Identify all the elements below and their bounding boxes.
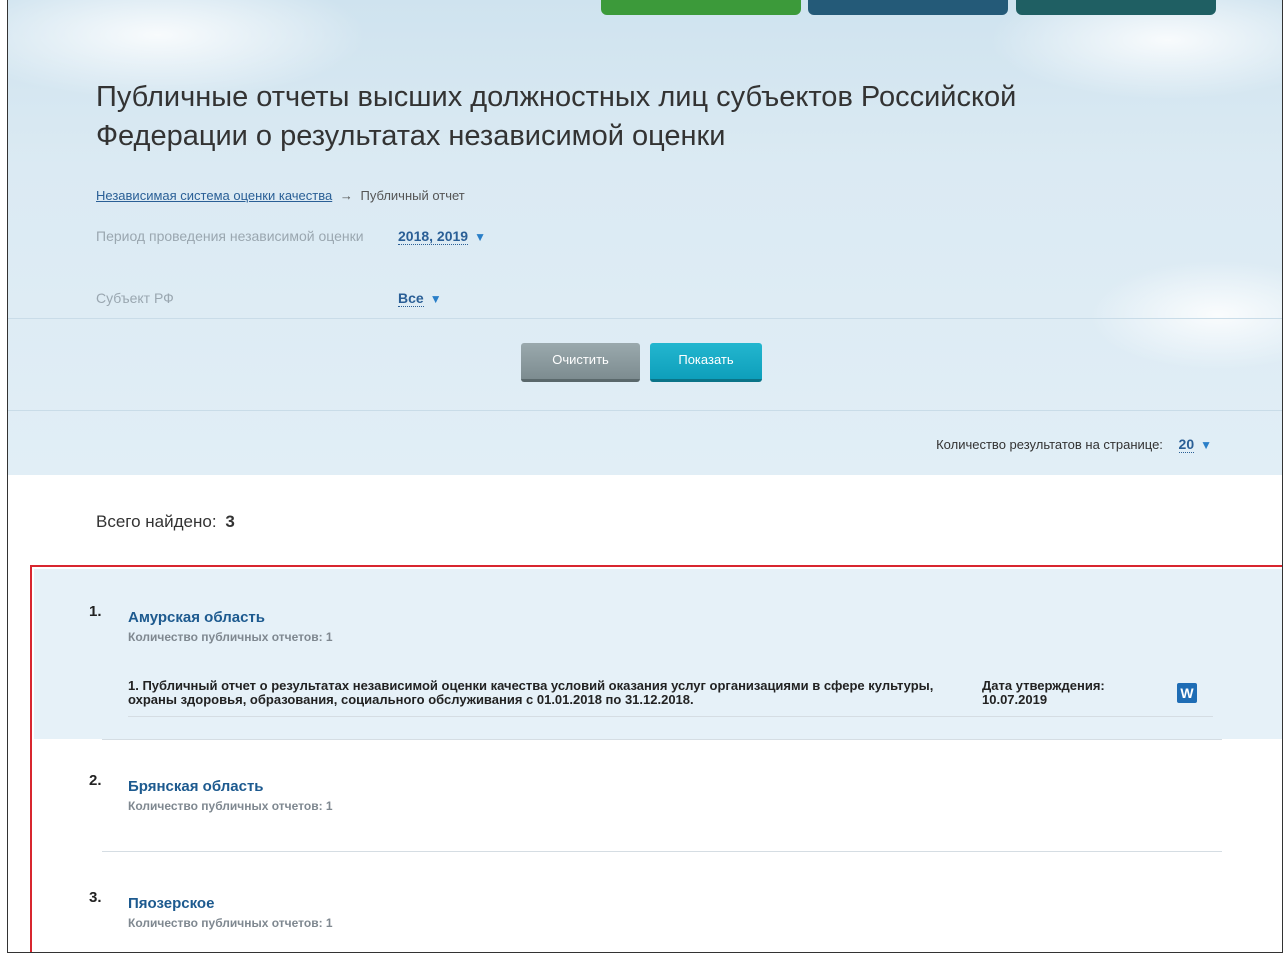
reports-count: Количество публичных отчетов: 1 [128, 630, 333, 644]
breadcrumb-link[interactable]: Независимая система оценки качества [96, 188, 332, 203]
region-link[interactable]: Амурская область [128, 609, 265, 626]
report-date-value: 10.07.2019 [982, 692, 1048, 707]
period-label: Период проведения независимой оценки [96, 228, 364, 244]
per-page-control: Количество результатов на странице: 20 ▼ [936, 436, 1212, 453]
divider [128, 716, 1213, 717]
page-frame: Публичные отчеты высших должностных лиц … [7, 0, 1283, 953]
divider [102, 851, 1222, 852]
breadcrumb-separator: → [339, 188, 353, 203]
show-button[interactable]: Показать [650, 343, 762, 382]
page-title: Публичные отчеты высших должностных лиц … [96, 81, 1017, 152]
clear-button[interactable]: Очистить [521, 343, 640, 382]
divider [8, 318, 1282, 319]
item-number: 3. [89, 889, 102, 906]
per-page-label: Количество результатов на странице: [936, 437, 1163, 452]
report-date-label: Дата утверждения: [982, 678, 1105, 693]
report-date: Дата утверждения: 10.07.2019 [982, 679, 1152, 707]
total-label: Всего найдено: [96, 512, 217, 531]
top-nav-tab[interactable] [601, 0, 801, 15]
caret-down-icon: ▼ [429, 292, 442, 306]
expanded-item-background [34, 569, 1282, 739]
subject-label: Субъект РФ [96, 290, 174, 306]
breadcrumb: Независимая система оценки качества → Пу… [96, 188, 465, 203]
reports-count: Количество публичных отчетов: 1 [128, 916, 333, 930]
per-page-dropdown[interactable]: 20 [1178, 436, 1195, 453]
caret-down-icon: ▼ [474, 230, 486, 244]
report-link[interactable]: 1. Публичный отчет о результатах независ… [128, 679, 968, 707]
word-file-icon[interactable]: W [1177, 683, 1197, 703]
item-number: 1. [89, 603, 102, 620]
total-found: Всего найдено: 3 [96, 512, 235, 532]
divider [8, 410, 1282, 411]
period-value: 2018, 2019 [398, 228, 469, 245]
top-nav-tab[interactable] [1016, 0, 1216, 15]
subject-dropdown[interactable]: Все ▼ [398, 290, 442, 307]
region-link[interactable]: Брянская область [128, 778, 264, 795]
period-dropdown[interactable]: 2018, 2019 ▼ [398, 228, 486, 245]
total-value: 3 [225, 512, 235, 531]
top-nav-tab[interactable] [808, 0, 1008, 15]
item-number: 2. [89, 772, 102, 789]
subject-value: Все [398, 290, 424, 307]
cloud-decoration [1088, 260, 1282, 370]
breadcrumb-current: Публичный отчет [360, 188, 465, 203]
caret-down-icon[interactable]: ▼ [1200, 438, 1212, 452]
reports-count: Количество публичных отчетов: 1 [128, 799, 333, 813]
region-link[interactable]: Пяозерское [128, 895, 214, 912]
divider [102, 739, 1222, 740]
results-highlight-frame: 1. Амурская область Количество публичных… [30, 565, 1282, 952]
